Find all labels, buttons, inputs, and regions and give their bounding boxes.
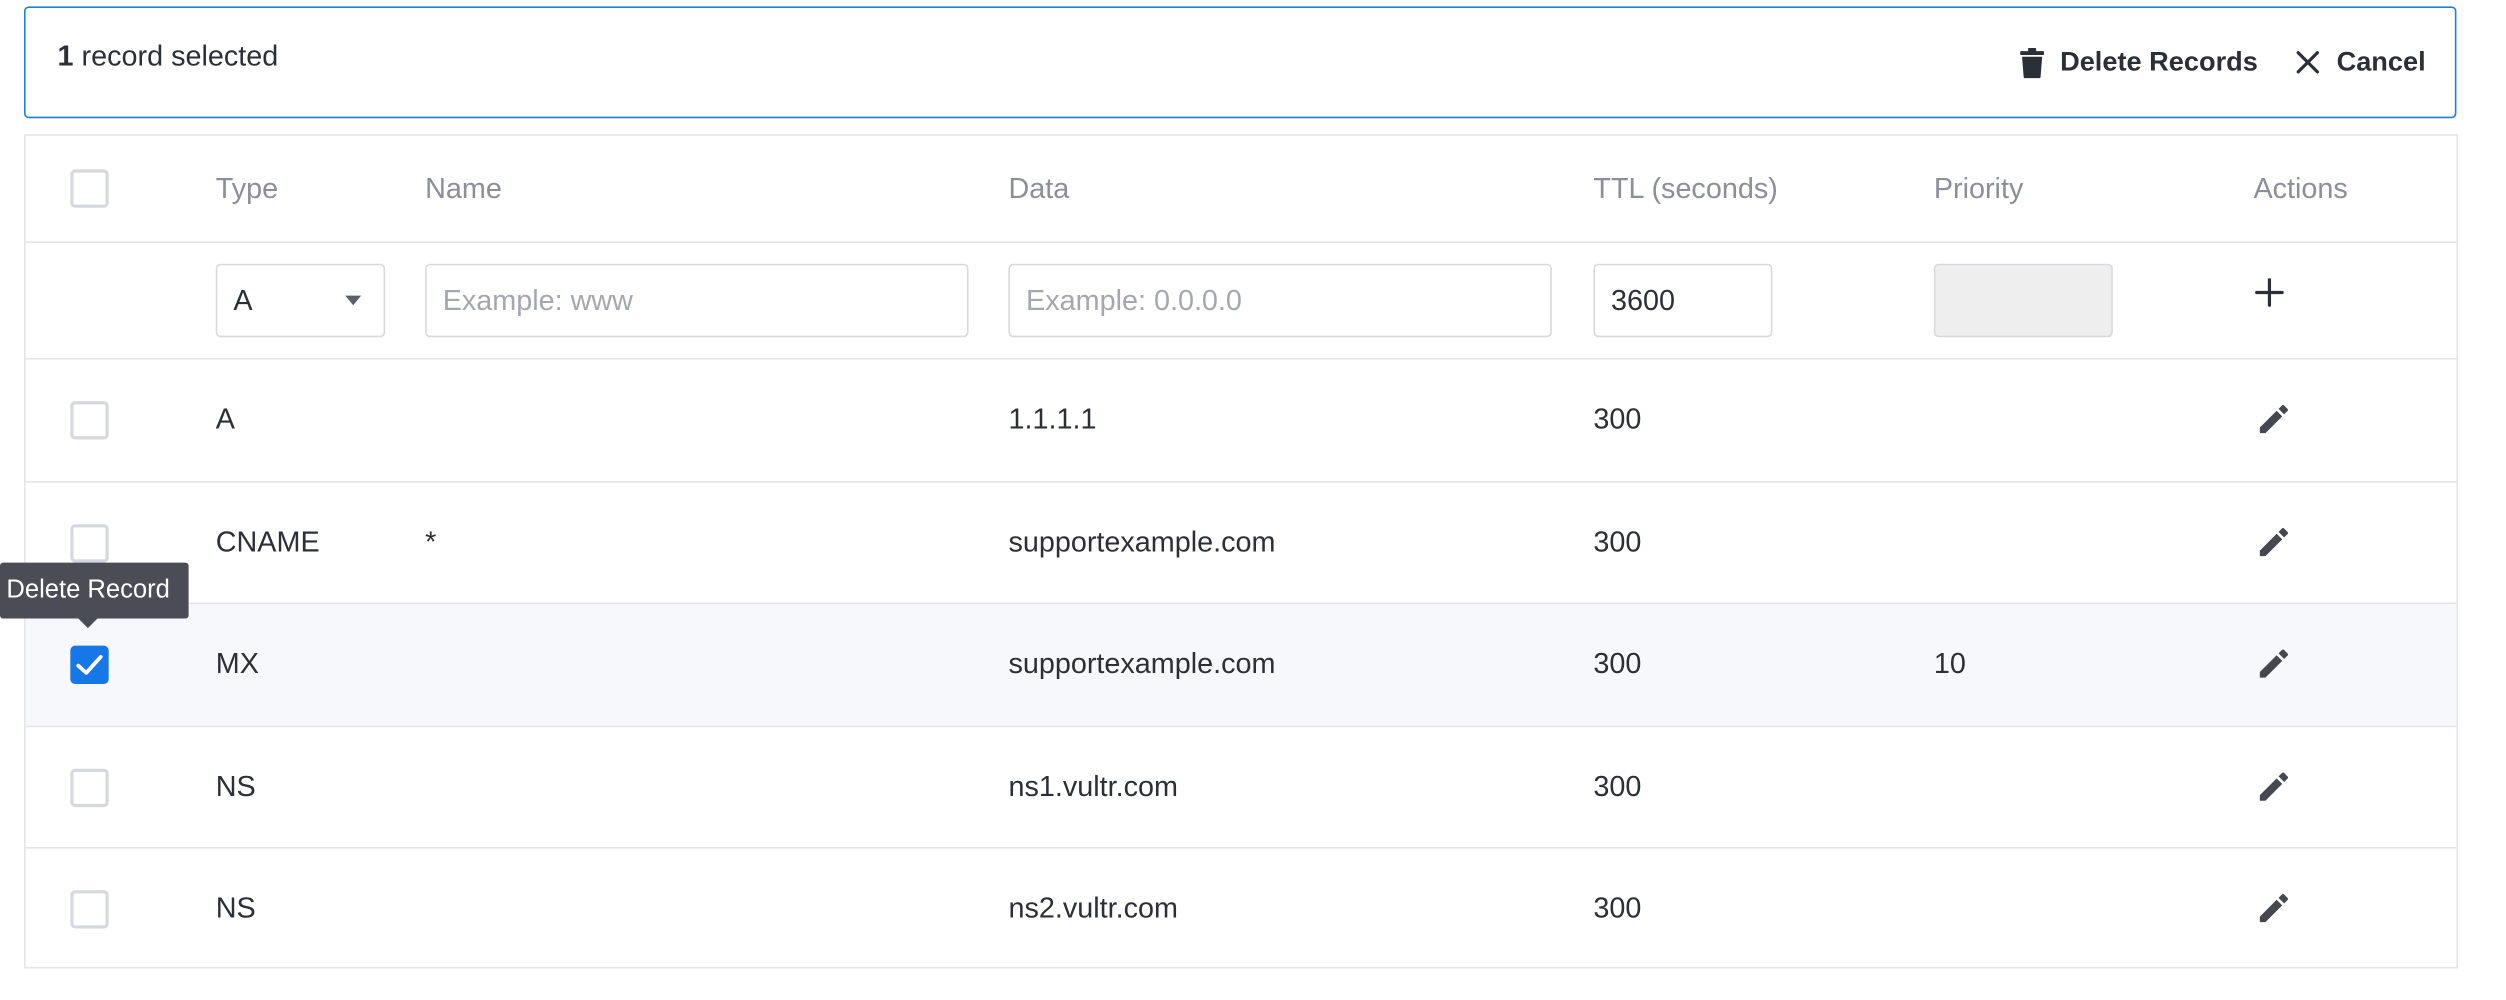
record-type: A [215,402,235,435]
record-checkbox[interactable] [70,401,109,440]
table-header-row: Type Name Data TTL (seconds) Priority Ac… [25,136,2457,243]
caret-down-icon [345,295,362,306]
name-input[interactable] [425,263,969,338]
record-row: A 1.1.1.1 300 [25,360,2457,482]
record-type: CNAME [215,525,320,557]
record-row: NS ns2.vultr.com 300 [26,849,2457,971]
record-data: ns2.vultr.com [1008,891,1178,924]
record-type: MX [215,647,259,680]
selected-count-number: 1 [57,39,74,72]
record-data: ns1.vultr.com [1008,769,1178,802]
edit-pencil-icon[interactable] [2257,646,2292,689]
add-record-plus-icon[interactable] [2255,278,2284,315]
trash-icon [2020,47,2045,78]
record-ttl: 300 [1593,891,1642,924]
dns-records-panel: 1 record selected Delete Records Cancel [0,0,2506,1000]
record-ttl: 300 [1593,402,1642,435]
delete-record-tooltip: Delete Record [0,562,190,629]
edit-pencil-icon[interactable] [2257,401,2292,444]
select-all-checkbox[interactable] [70,169,109,208]
cancel-label: Cancel [2336,46,2426,77]
selection-count: 1 record selected [58,40,279,74]
record-row: NS ns1.vultr.com 300 [25,726,2457,849]
record-ttl: 300 [1593,769,1642,802]
record-row: MX supportexample.com 300 10 [25,604,2457,727]
record-name: * [425,525,437,557]
record-ttl: 300 [1593,647,1642,680]
edit-pencil-icon[interactable] [2257,890,2292,933]
record-checkbox[interactable] [70,523,109,562]
records-table: Type Name Data TTL (seconds) Priority Ac… [23,134,2459,971]
column-header-type: Type [215,172,279,205]
column-header-ttl: TTL (seconds) [1593,172,1778,205]
selected-count-label: record selected [81,39,279,72]
delete-records-button[interactable]: Delete Records [2020,46,2258,78]
record-type: NS [215,769,256,802]
delete-records-label: Delete Records [2060,46,2258,77]
record-data: 1.1.1.1 [1008,402,1097,435]
column-header-name: Name [425,172,502,205]
edit-pencil-icon[interactable] [2257,523,2292,566]
type-select-value: A [233,283,253,316]
ttl-input[interactable] [1593,263,1773,338]
record-data: supportexample.com [1008,647,1276,680]
column-header-actions: Actions [2253,172,2348,205]
record-ttl: 300 [1593,525,1642,557]
close-icon [2295,50,2321,76]
priority-input [1933,263,2113,338]
record-checkbox[interactable] [70,890,109,929]
type-select[interactable]: A [215,263,386,338]
column-header-priority: Priority [1933,172,2024,205]
record-type: NS [215,891,256,924]
edit-pencil-icon[interactable] [2257,768,2292,811]
cancel-button[interactable]: Cancel [2295,46,2426,78]
record-checkbox[interactable] [70,645,109,685]
new-record-row: A [25,243,2457,360]
record-data: supportexample.com [1008,525,1276,557]
data-input[interactable] [1008,263,1552,338]
record-row: CNAME * supportexample.com 300 [25,482,2457,605]
record-checkbox[interactable] [70,767,109,807]
column-header-data: Data [1008,172,1070,205]
selection-bar: 1 record selected Delete Records Cancel [23,6,2457,119]
record-priority: 10 [1933,647,1966,680]
